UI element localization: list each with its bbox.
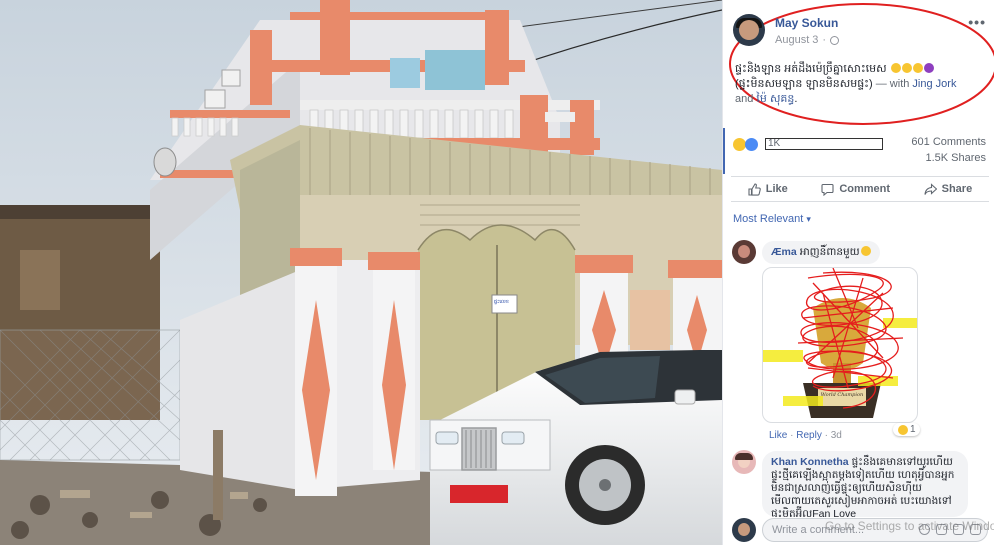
shares-count[interactable]: 1.5K Shares [925, 152, 986, 164]
haha-reaction-icon [898, 424, 908, 435]
period: . [794, 93, 798, 105]
comment-input[interactable] [763, 519, 903, 541]
door-sign-text: ផ្ទះលេខ [494, 299, 509, 305]
reaction-summary[interactable]: 1K 601 Comments 1.5K Shares [733, 134, 988, 170]
comment-reaction-pill[interactable]: 1 [893, 423, 920, 436]
commenter-avatar[interactable] [732, 240, 756, 264]
post-text-main: ផ្ទះនិងឡាន អត់ដឹងម៉េច្រឹគ្នាសោះមេស [735, 63, 887, 75]
comment-bubble-icon [821, 183, 834, 196]
author-name[interactable]: May Sokun [775, 16, 838, 30]
more-options-icon[interactable]: ••• [968, 14, 986, 30]
comment-actions: Like · Reply · 3d [769, 430, 842, 441]
share-arrow-icon [924, 182, 937, 195]
author-avatar[interactable] [733, 14, 765, 46]
sticker-icon[interactable] [970, 524, 981, 535]
comments-count[interactable]: 601 Comments [911, 136, 986, 148]
house-and-car-photo: ផ្ទះលេខ [0, 0, 722, 545]
with-prefix: — with [872, 78, 913, 90]
comment-text: អាញនិ៍ពានមួយ [799, 246, 860, 258]
trophy-caption: World Champion [821, 392, 863, 398]
share-label: Share [941, 183, 973, 195]
reaction-count[interactable]: 1K [765, 138, 883, 150]
action-separator: · [824, 430, 828, 441]
thumbs-up-icon [748, 182, 761, 196]
post-meta: August 3 · [775, 34, 840, 46]
commenter-name[interactable]: Khan Konnetha [771, 456, 849, 468]
grinning-emoji-icon [901, 63, 912, 73]
meta-separator: · [822, 34, 827, 46]
commenter-name[interactable]: Æma [771, 246, 797, 258]
sort-label: Most Relevant [733, 213, 804, 225]
comment-sort-dropdown[interactable]: Most Relevant ▾ [733, 213, 811, 225]
chevron-down-icon: ▾ [806, 214, 811, 224]
current-user-avatar[interactable] [732, 518, 756, 542]
smiling-emoji-icon [912, 63, 923, 73]
laughing-emoji-icon [890, 63, 901, 73]
action-separator: · [790, 430, 794, 441]
comment-bubble: Khan Konnetha ផ្ទះនឹងគេមានទៅយូរហើយ ផ្ទះថ្… [762, 451, 968, 517]
camera-icon[interactable] [936, 524, 947, 535]
commenter-avatar[interactable] [732, 450, 756, 474]
comment-like-link[interactable]: Like [769, 430, 787, 441]
comment-input-icons [919, 524, 981, 535]
like-label: Like [765, 183, 788, 195]
post-photo[interactable]: ផ្ទះលេខ [0, 0, 722, 545]
post-actions: Like Comment Share [731, 176, 989, 202]
tag-may-sokun[interactable]: ម៉ៃ សុគន្ធ [756, 93, 794, 105]
trophy-sticker: World Champion [763, 268, 917, 418]
and-word: and [735, 93, 757, 105]
cool-emoji-icon [860, 246, 871, 256]
globe-icon [830, 35, 840, 45]
write-comment-box[interactable] [762, 518, 988, 542]
tag-jing-jork[interactable]: Jing Jork [912, 78, 956, 90]
post-date[interactable]: August 3 [775, 34, 818, 46]
post-text: ផ្ទះនិងឡាន អត់ដឹងម៉េច្រឹគ្នាសោះមេស (ផ្ទះ… [735, 62, 985, 107]
comment-bubble: Æma អាញនិ៍ពានមួយ [762, 241, 880, 264]
like-button[interactable]: Like [748, 182, 788, 196]
comment-reply-link[interactable]: Reply [796, 430, 822, 441]
devil-emoji-icon [923, 63, 934, 73]
share-button[interactable]: Share [924, 182, 973, 196]
comment-button[interactable]: Comment [821, 183, 890, 196]
like-reaction-icon [745, 138, 758, 151]
gif-icon[interactable] [953, 524, 964, 535]
blue-accent-bar [723, 128, 725, 174]
comment-sticker-image[interactable]: World Champion [762, 267, 918, 423]
post-text-second: (ផ្ទះមិនសមឡាន ឡានមិនសមផ្ទះ) [735, 78, 873, 90]
comment-label: Comment [839, 183, 891, 195]
comment-time[interactable]: 3d [831, 430, 842, 441]
comment-reaction-count: 1 [910, 424, 916, 435]
emoji-icon[interactable] [919, 524, 930, 535]
